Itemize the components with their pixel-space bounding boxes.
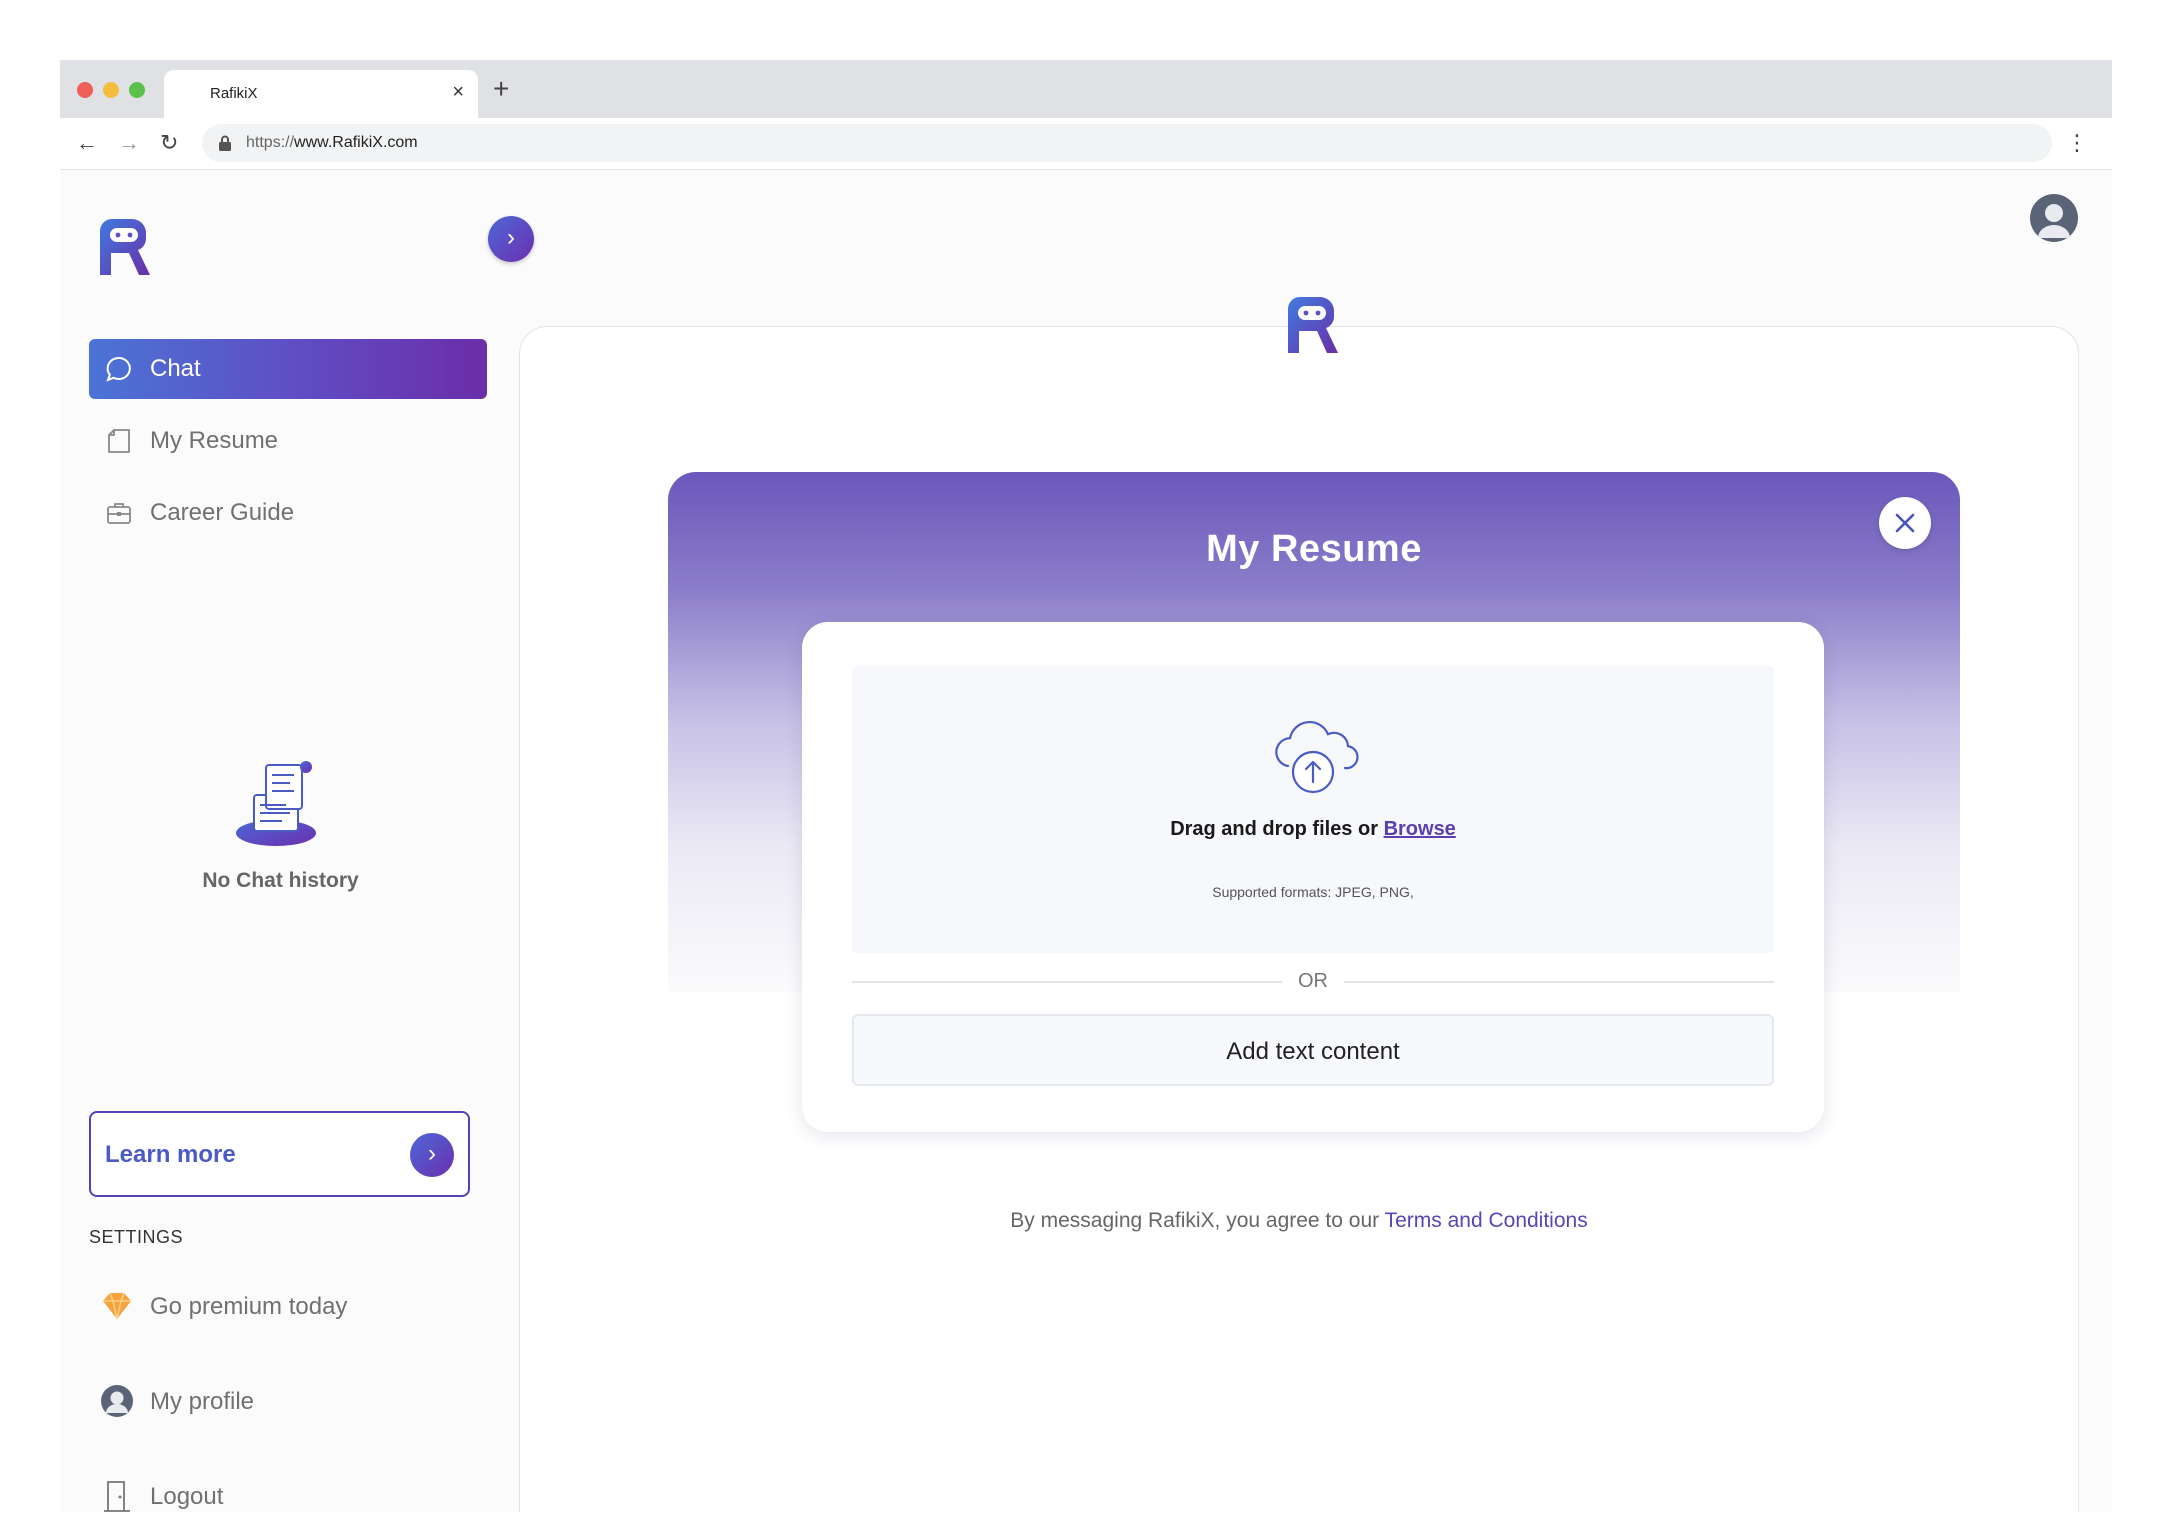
no-chat-history-text: No Chat history [202,869,359,892]
supported-formats-text: Supported formats: JPEG, PNG, [1212,884,1414,900]
add-text-content-button[interactable]: Add text content [852,1014,1774,1086]
terms-notice: By messaging RafikiX, you agree to our T… [519,1209,2079,1233]
tab-bar: RafikiX × + [60,60,2112,118]
empty-chat-illustration-icon [236,761,316,846]
close-icon [1895,513,1915,533]
user-avatar[interactable] [2030,194,2078,242]
close-window-button[interactable] [77,82,93,98]
profile-icon [101,1385,133,1417]
briefcase-icon [107,503,131,524]
close-modal-button[interactable] [1879,497,1931,549]
tab-title: RafikiX [210,85,258,102]
my-profile-button[interactable]: My profile [100,1376,480,1426]
cloud-upload-icon [1275,721,1359,794]
back-arrow-icon[interactable]: ← [76,130,98,156]
divider-line [852,981,1282,983]
sidebar-item-career-guide[interactable]: Career Guide [89,483,487,543]
address-bar: ← → ↻ https://www.RafikiX.com ⋮ [60,118,2112,170]
learn-more-label: Learn more [105,1141,236,1168]
browse-link[interactable]: Browse [1384,818,1456,840]
sidebar-item-my-resume[interactable]: My Resume [89,411,487,471]
file-dropzone[interactable]: Drag and drop files or Browse Supported … [852,666,1774,953]
drop-text: Drag and drop files or [1170,818,1378,840]
lock-icon [219,135,231,151]
chevron-right-icon: › [410,1133,454,1177]
modal-title: My Resume [1206,528,1422,570]
divider-line [1344,981,1774,983]
url-scheme: https:// [246,134,295,151]
chat-bubble-icon [106,356,131,382]
terms-text: By messaging RafikiX, you agree to our [1010,1209,1380,1232]
learn-more-button[interactable]: Learn more › [89,1111,470,1197]
url-host: www.RafikiX.com [294,134,418,151]
settings-heading: SETTINGS [89,1227,184,1247]
upload-card: Drag and drop files or Browse Supported … [802,622,1824,1132]
chevron-right-icon: › [507,224,515,251]
sidebar-item-label: My Resume [150,427,279,454]
terms-link[interactable]: Terms and Conditions [1385,1209,1588,1232]
browser-tab[interactable]: RafikiX × [164,70,478,118]
collapse-sidebar-button[interactable]: › [488,216,534,262]
new-tab-button[interactable]: + [493,74,509,104]
url-text: https://www.RafikiX.com [246,134,418,152]
diamond-icon [103,1292,131,1320]
rafikix-logo [1288,297,1338,353]
sidebar-item-label: Career Guide [150,499,295,526]
drop-instructions: Drag and drop files or Browse [852,818,1774,841]
browser-window: RafikiX × + ← → ↻ https://www.RafikiX.co… [60,60,2112,1512]
logout-button[interactable]: Logout [100,1471,480,1512]
door-icon [104,1481,130,1512]
maximize-window-button[interactable] [129,82,145,98]
reload-icon[interactable]: ↻ [160,130,178,156]
go-premium-button[interactable]: Go premium today [100,1281,480,1331]
my-profile-label: My profile [150,1388,255,1415]
sidebar-item-chat[interactable]: Chat [89,339,487,399]
sidebar-item-label: Chat [150,355,201,382]
browser-menu-icon[interactable]: ⋮ [2066,130,2088,156]
url-field[interactable]: https://www.RafikiX.com [202,124,2052,162]
rafikix-logo [100,219,150,275]
document-icon [108,429,130,453]
add-text-content-label: Add text content [1226,1038,1400,1065]
forward-arrow-icon[interactable]: → [118,130,140,156]
tab-close-icon[interactable]: × [452,80,464,104]
go-premium-label: Go premium today [150,1293,348,1320]
minimize-window-button[interactable] [103,82,119,98]
logout-label: Logout [150,1483,224,1510]
or-label: OR [1298,970,1328,992]
profile-icon [2038,204,2070,238]
sidebar: › Chat My Resume Career Guide No Chat hi… [60,171,534,1512]
